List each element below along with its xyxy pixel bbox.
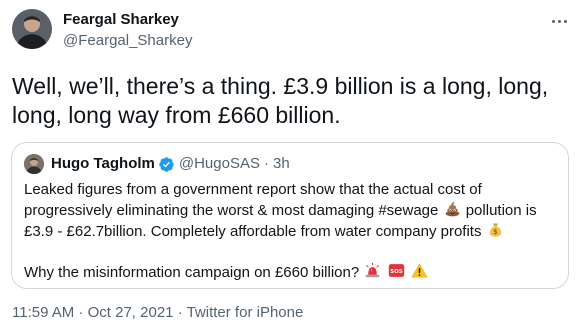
quoted-author-avatar — [24, 154, 44, 174]
quoted-line: Why the misinformation campaign on £660 … — [24, 262, 556, 283]
quoted-text-segment: pollution is — [465, 202, 537, 219]
tweet-time[interactable]: 11:59 AM — [12, 304, 74, 321]
quoted-header: Hugo Tagholm @HugoSAS · 3h — [51, 155, 290, 173]
svg-text:$: $ — [493, 228, 498, 236]
author-handle[interactable]: @Feargal_Sharkey — [63, 32, 192, 50]
tweet-card: Feargal Sharkey @Feargal_Sharkey Well, w… — [0, 0, 583, 336]
more-dot — [551, 19, 555, 23]
warning-icon — [411, 262, 428, 279]
tweet-text: Well, we’ll, there’s a thing. £3.9 billi… — [12, 73, 549, 128]
sos-icon: SOS — [388, 262, 405, 279]
tweet-date[interactable]: Oct 27, 2021 — [88, 304, 174, 321]
more-dot — [563, 19, 567, 23]
quoted-timestamp: 3h — [272, 155, 290, 172]
quoted-text-segment: Why the misinformation campaign on £660 … — [24, 264, 360, 281]
more-options-icon[interactable] — [547, 12, 571, 30]
police-light-icon — [364, 262, 381, 279]
quoted-line: £3.9 - £62.7billion. Completely affordab… — [24, 221, 556, 242]
quoted-author-handle: @HugoSAS — [178, 155, 260, 172]
pile-of-poo-icon — [444, 200, 461, 217]
svg-text:SOS: SOS — [390, 269, 403, 275]
tweet-source[interactable]: Twitter for iPhone — [187, 304, 304, 321]
tweet-meta: 11:59 AM · Oct 27, 2021 · Twitter for iP… — [12, 304, 303, 322]
quoted-line: Leaked figures from a government report … — [24, 181, 482, 198]
quoted-tweet[interactable]: Hugo Tagholm @HugoSAS · 3h Leaked figure… — [11, 142, 569, 289]
quoted-text-segment: £3.9 - £62.7billion. Completely affordab… — [24, 223, 482, 240]
quoted-text: Leaked figures from a government report … — [24, 180, 556, 283]
money-bag-icon: $ — [487, 221, 504, 238]
quoted-text-segment: progressively eliminating the worst & mo… — [24, 202, 439, 219]
verified-badge-icon — [158, 156, 175, 173]
quoted-separator: · — [263, 155, 269, 172]
meta-separator: · — [78, 304, 84, 321]
author-name[interactable]: Feargal Sharkey — [63, 11, 179, 29]
more-dot — [557, 19, 561, 23]
meta-separator: · — [177, 304, 183, 321]
author-avatar[interactable] — [12, 9, 52, 49]
quoted-author-name: Hugo Tagholm — [51, 155, 155, 172]
quoted-line: progressively eliminating the worst & mo… — [24, 200, 556, 221]
